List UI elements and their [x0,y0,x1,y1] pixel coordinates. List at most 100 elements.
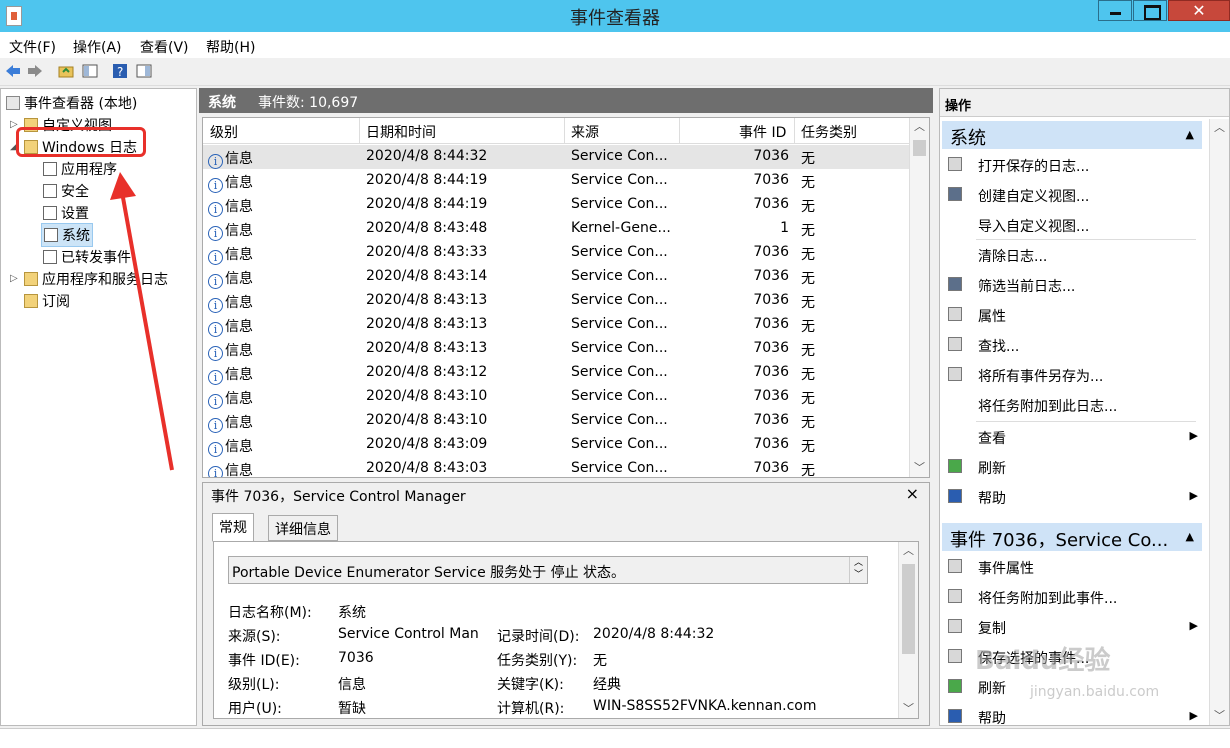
filter-icon [948,277,962,291]
action-item[interactable]: 清除日志... [946,243,1198,267]
column-datetime[interactable]: 日期和时间 [366,122,436,142]
action-item[interactable]: 查找... [946,333,1198,357]
column-task-category[interactable]: 任务类别 [801,122,857,142]
back-arrow-icon[interactable] [5,63,21,79]
table-row[interactable]: i 信息 2020/4/8 8:43:48 Kernel-Gene... 1 无 [203,217,909,241]
column-level[interactable]: 级别 [210,122,238,142]
action-item[interactable]: 帮助 ▶ [946,705,1198,729]
action-item[interactable]: 复制 ▶ [946,615,1198,639]
table-row[interactable]: i 信息 2020/4/8 8:43:13 Service Con... 7036 无 [203,289,909,313]
source-cell: Service Con... [571,292,668,308]
menu-file[interactable]: 文件(F) [9,37,56,57]
scroll-down-icon[interactable]: ﹀ [1210,707,1229,725]
event-message[interactable]: Portable Device Enumerator Service 服务处于 … [228,556,868,584]
table-row[interactable]: i 信息 2020/4/8 8:43:13 Service Con... 7036 无 [203,337,909,361]
action-item[interactable]: 导入自定义视图... [946,213,1198,237]
action-item[interactable]: 属性 [946,303,1198,327]
maximize-button[interactable] [1133,0,1167,21]
toolbar: ? [0,58,1230,86]
scroll-thumb[interactable] [902,564,915,654]
filter-icon [948,187,962,201]
table-row[interactable]: i 信息 2020/4/8 8:43:10 Service Con... 7036 无 [203,385,909,409]
table-row[interactable]: i 信息 2020/4/8 8:43:12 Service Con... 7036 无 [203,361,909,385]
table-row[interactable]: i 信息 2020/4/8 8:43:09 Service Con... 7036 无 [203,433,909,457]
action-item[interactable]: 将任务附加到此日志... [946,393,1198,417]
show-hide-tree-icon[interactable] [82,63,98,79]
computer-value: WIN-S8SS52FVNKA.kennan.com [593,698,817,714]
actions-section-event[interactable]: 事件 7036，Service Co... ▲ [942,523,1202,551]
detail-scrollbar[interactable]: ︿ ﹀ [898,542,918,718]
datetime-cell: 2020/4/8 8:43:13 [366,340,488,356]
table-row[interactable]: i 信息 2020/4/8 8:43:10 Service Con... 7036 无 [203,409,909,433]
open-log-icon [948,157,962,171]
level-label: 级别(L): [228,677,280,693]
keywords-value: 经典 [593,677,621,693]
forward-arrow-icon[interactable] [27,63,43,79]
action-item[interactable]: 创建自定义视图... [946,183,1198,207]
column-source[interactable]: 来源 [571,122,599,142]
info-icon: i [208,178,223,193]
actions-section-system[interactable]: 系统 ▲ [942,121,1202,149]
table-row[interactable]: i 信息 2020/4/8 8:43:13 Service Con... 7036 无 [203,313,909,337]
message-scroll-icon[interactable]: ︿ ﹀ [849,557,867,583]
scroll-up-icon[interactable]: ︿ [899,542,918,560]
scroll-thumb[interactable] [913,140,926,156]
action-item[interactable]: 刷新 [946,455,1198,479]
action-item[interactable]: 帮助 ▶ [946,485,1198,509]
datetime-cell: 2020/4/8 8:44:19 [366,196,488,212]
annotation-arrow [110,172,174,471]
status-bar [0,728,1230,748]
close-button[interactable]: ✕ [1168,0,1230,21]
menu-view[interactable]: 查看(V) [140,37,189,57]
scroll-down-icon[interactable]: ﹀ [910,459,929,477]
column-event-id[interactable]: 事件 ID [739,122,786,142]
properties-icon [948,307,962,321]
action-item[interactable]: 将任务附加到此事件... [946,585,1198,609]
help-icon[interactable]: ? [112,63,128,79]
show-hide-action-pane-icon[interactable] [136,63,152,79]
tree-item-system[interactable]: 系统 [41,223,93,247]
action-item[interactable]: 打开保存的日志... [946,153,1198,177]
computer-label: 计算机(R): [497,701,565,717]
close-icon[interactable]: × [906,484,919,503]
column-separator[interactable] [679,118,680,144]
action-item[interactable]: 将所有事件另存为... [946,363,1198,387]
expand-arrow-icon[interactable]: ▷ [10,273,18,284]
action-label: 帮助 [978,711,1006,727]
scroll-up-icon[interactable]: ︿ [1210,119,1229,137]
action-item[interactable]: 事件属性 [946,555,1198,579]
source-cell: Service Con... [571,340,668,356]
table-row[interactable]: i 信息 2020/4/8 8:43:03 Service Con... 7036 无 [203,457,909,477]
window-title: 事件查看器 [570,8,660,29]
event-list-scrollbar[interactable]: ︿ ﹀ [909,118,929,477]
table-row[interactable]: i 信息 2020/4/8 8:44:32 Service Con... 7036 无 [203,145,909,169]
level-cell: i 信息 [208,244,253,265]
tree-item-setup[interactable]: 设置 [43,203,89,223]
menu-help[interactable]: 帮助(H) [206,37,255,57]
tree-item-subscriptions[interactable]: 订阅 [24,291,70,311]
table-row[interactable]: i 信息 2020/4/8 8:44:19 Service Con... 7036 无 [203,169,909,193]
tree-item-root[interactable]: 事件查看器 (本地) [6,93,137,113]
scroll-down-icon[interactable]: ﹀ [899,700,918,718]
folder-up-icon[interactable] [58,63,74,79]
level-text: 信息 [225,319,253,335]
level-cell: i 信息 [208,292,253,313]
action-item[interactable]: 筛选当前日志... [946,273,1198,297]
column-separator[interactable] [564,118,565,144]
menu-action[interactable]: 操作(A) [73,37,122,57]
table-row[interactable]: i 信息 2020/4/8 8:43:14 Service Con... 7036 无 [203,265,909,289]
event-id-cell: 7036 [753,244,789,260]
event-id-cell: 7036 [753,268,789,284]
minimize-button[interactable] [1098,0,1132,21]
tab-general[interactable]: 常规 [212,513,254,542]
column-separator[interactable] [794,118,795,144]
table-row[interactable]: i 信息 2020/4/8 8:43:33 Service Con... 7036 无 [203,241,909,265]
table-row[interactable]: i 信息 2020/4/8 8:44:19 Service Con... 7036 无 [203,193,909,217]
column-separator[interactable] [359,118,360,144]
action-item[interactable]: 查看 ▶ [946,425,1198,449]
tree-item-security[interactable]: 安全 [43,181,89,201]
task-category-cell: 无 [801,223,815,239]
tab-details[interactable]: 详细信息 [268,515,338,541]
actions-scrollbar[interactable]: ︿ ﹀ [1209,119,1229,725]
scroll-up-icon[interactable]: ︿ [910,118,929,136]
